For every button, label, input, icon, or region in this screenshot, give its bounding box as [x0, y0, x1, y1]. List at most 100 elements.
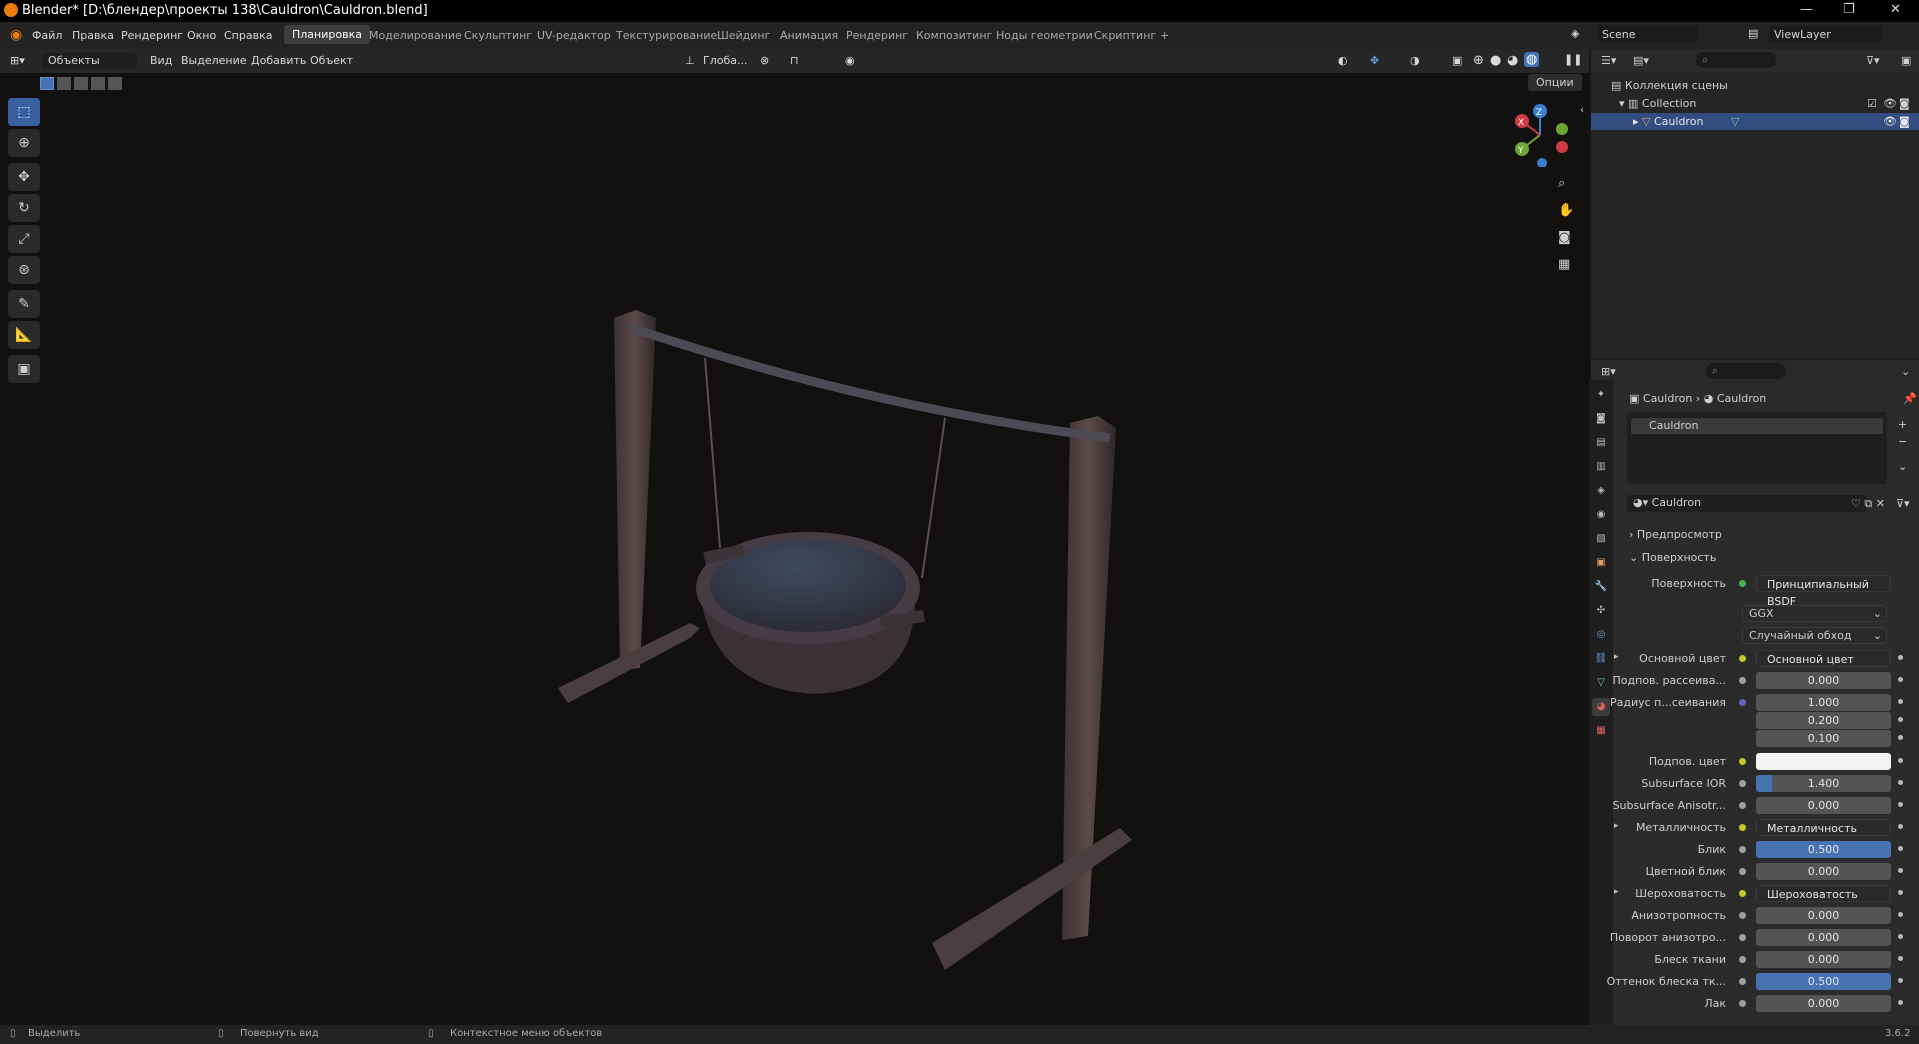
- add-slot-icon[interactable]: +: [1898, 418, 1907, 431]
- pan-hand-icon[interactable]: ✋: [1558, 203, 1574, 218]
- navigation-gizmo[interactable]: Z Y X: [1500, 97, 1570, 167]
- property-value-field[interactable]: 0.100: [1756, 730, 1891, 747]
- move-tool-icon[interactable]: ✥: [8, 163, 40, 191]
- property-value-field[interactable]: 0.000: [1756, 797, 1891, 814]
- measure-tool-icon[interactable]: 📐: [8, 321, 40, 349]
- property-value-field[interactable]: 0.200: [1756, 712, 1891, 729]
- fake-user-icon[interactable]: ♡ ⧉ ✕: [1851, 497, 1885, 511]
- select-new-icon[interactable]: [40, 77, 54, 90]
- transform-orientation-selector[interactable]: Глоба...: [703, 54, 747, 67]
- add-cube-tool-icon[interactable]: ▣: [8, 355, 40, 383]
- outliner-search-input[interactable]: ⌕: [1696, 52, 1776, 68]
- workspace-tab-layout[interactable]: Планировка: [284, 25, 370, 44]
- overlay-icon[interactable]: ◑: [1410, 54, 1420, 67]
- close-icon[interactable]: ✕: [1890, 2, 1901, 17]
- properties-editor-type-icon[interactable]: ⊞▾: [1601, 365, 1616, 378]
- select-intersect-icon[interactable]: [108, 77, 122, 90]
- keyframe-dot-icon[interactable]: [1898, 846, 1903, 851]
- maximize-icon[interactable]: ❐: [1843, 2, 1855, 17]
- property-value-field[interactable]: 0.500: [1756, 973, 1891, 990]
- shading-rendered-icon[interactable]: ◍: [1524, 52, 1540, 67]
- view-layer-tab-icon[interactable]: ▥: [1592, 458, 1610, 476]
- property-value-field[interactable]: 0.000: [1756, 863, 1891, 880]
- outliner-collection-row[interactable]: ▾ ▥ Collection ☑ 👁 ◙: [1619, 97, 1919, 110]
- rotate-tool-icon[interactable]: ↻: [8, 194, 40, 222]
- material-browse-icon[interactable]: ◕▾: [1633, 496, 1652, 509]
- scene-tab-icon[interactable]: ◈: [1592, 482, 1610, 500]
- transform-tool-icon[interactable]: ⊛: [8, 256, 40, 284]
- pivot-icon[interactable]: ⊗: [760, 54, 769, 67]
- gizmo-toggle-icon[interactable]: ✥: [1370, 54, 1379, 67]
- new-collection-icon[interactable]: ▣: [1901, 54, 1911, 67]
- particles-tab-icon[interactable]: ✣: [1592, 602, 1610, 620]
- output-tab-icon[interactable]: ▤: [1592, 434, 1610, 452]
- keyframe-dot-icon[interactable]: [1898, 717, 1903, 722]
- keyframe-dot-icon[interactable]: [1898, 735, 1903, 740]
- property-value-field[interactable]: Металличность: [1756, 819, 1891, 836]
- mode-selector[interactable]: Объекты: [42, 53, 137, 69]
- sidebar-toggle-icon[interactable]: ‹: [1580, 105, 1584, 116]
- keyframe-dot-icon[interactable]: [1898, 699, 1903, 704]
- surface-panel-header[interactable]: ⌄ Поверхность: [1629, 551, 1716, 564]
- workspace-tab-shading[interactable]: Шейдинг: [717, 29, 770, 42]
- menu-window[interactable]: Окно: [187, 29, 216, 42]
- zoom-icon[interactable]: ⌕: [1558, 176, 1565, 191]
- shading-solid-icon[interactable]: ●: [1490, 53, 1501, 68]
- viewport-menu-object[interactable]: Объект: [310, 54, 353, 67]
- pause-render-icon[interactable]: ❚❚: [1564, 53, 1582, 66]
- outliner-scene-collection[interactable]: ▤ Коллекция сцены: [1611, 79, 1728, 92]
- workspace-tab-animation[interactable]: Анимация: [780, 29, 838, 42]
- editor-type-icon[interactable]: ⊞▾: [10, 54, 25, 67]
- surface-shader-field[interactable]: Принципиальный BSDF: [1756, 575, 1891, 608]
- menu-edit[interactable]: Правка: [72, 29, 114, 42]
- keyframe-dot-icon[interactable]: [1898, 1000, 1903, 1005]
- properties-search-input[interactable]: ⌕: [1706, 363, 1786, 379]
- material-slot-item[interactable]: Cauldron: [1631, 418, 1883, 434]
- proportional-edit-icon[interactable]: ◉: [845, 54, 855, 67]
- annotate-tool-icon[interactable]: ✎: [8, 290, 40, 318]
- workspace-tab-scripting[interactable]: Скриптинг: [1094, 29, 1156, 42]
- viewport-menu-view[interactable]: Вид: [150, 54, 172, 67]
- workspace-tab-uv[interactable]: UV-редактор: [537, 29, 611, 42]
- expand-arrow-icon[interactable]: ▾: [1619, 97, 1628, 110]
- eye-icon[interactable]: 👁: [1883, 97, 1897, 110]
- viewport-menu-add[interactable]: Добавить: [251, 54, 306, 67]
- cauldron-model[interactable]: [540, 218, 1140, 998]
- material-slot-list[interactable]: Cauldron: [1627, 412, 1887, 484]
- expand-arrow-icon[interactable]: ▸: [1633, 115, 1642, 128]
- world-tab-icon[interactable]: ◉: [1592, 506, 1610, 524]
- 3d-viewport[interactable]: Опции Z Y X ⌕ ✋ ◙ ▦ ‹: [0, 73, 1589, 1025]
- camera-icon[interactable]: ◙: [1899, 115, 1910, 128]
- scene-selector[interactable]: Scene: [1598, 26, 1698, 42]
- menu-file[interactable]: Файл: [32, 29, 62, 42]
- outliner-object-row[interactable]: ▸ ▽ Cauldron ▽ 👁 ◙: [1591, 113, 1919, 130]
- property-value-field[interactable]: 0.000: [1756, 951, 1891, 968]
- node-link-icon[interactable]: ⊽▾: [1896, 497, 1910, 510]
- xray-icon[interactable]: ▣: [1452, 54, 1462, 67]
- keyframe-dot-icon[interactable]: [1898, 934, 1903, 939]
- outliner-editor-type-icon[interactable]: ☰▾: [1601, 54, 1616, 67]
- select-box-tool-icon[interactable]: ⬚: [8, 98, 40, 126]
- property-value-field[interactable]: 0.000: [1756, 929, 1891, 946]
- constraints-tab-icon[interactable]: ⛓: [1592, 650, 1610, 668]
- property-value-field[interactable]: 0.000: [1756, 907, 1891, 924]
- keyframe-dot-icon[interactable]: [1898, 890, 1903, 895]
- pin-icon[interactable]: 📌: [1903, 392, 1917, 405]
- texture-tab-icon[interactable]: ▦: [1592, 722, 1610, 740]
- property-value-field[interactable]: 1.400: [1756, 775, 1891, 792]
- render-tab-icon[interactable]: ◙: [1592, 410, 1610, 428]
- perspective-grid-icon[interactable]: ▦: [1558, 257, 1570, 272]
- filter-icon[interactable]: ⊽▾: [1866, 54, 1880, 67]
- keyframe-dot-icon[interactable]: [1898, 677, 1903, 682]
- material-name-field[interactable]: ◕▾ Cauldron: [1627, 495, 1867, 512]
- scale-tool-icon[interactable]: ⤢: [8, 225, 40, 253]
- eye-icon[interactable]: 👁: [1883, 115, 1897, 128]
- property-value-field[interactable]: Шероховатость: [1756, 885, 1891, 902]
- display-mode-icon[interactable]: ▤▾: [1633, 54, 1649, 67]
- camera-view-icon[interactable]: ◙: [1558, 230, 1571, 245]
- subsurface-method-dropdown[interactable]: Случайный обход ⌄: [1742, 627, 1887, 644]
- physics-tab-icon[interactable]: ◎: [1592, 626, 1610, 644]
- menu-render[interactable]: Рендеринг: [121, 29, 183, 42]
- expand-arrow-icon[interactable]: ▸: [1614, 887, 1619, 897]
- minimize-icon[interactable]: —: [1800, 2, 1813, 17]
